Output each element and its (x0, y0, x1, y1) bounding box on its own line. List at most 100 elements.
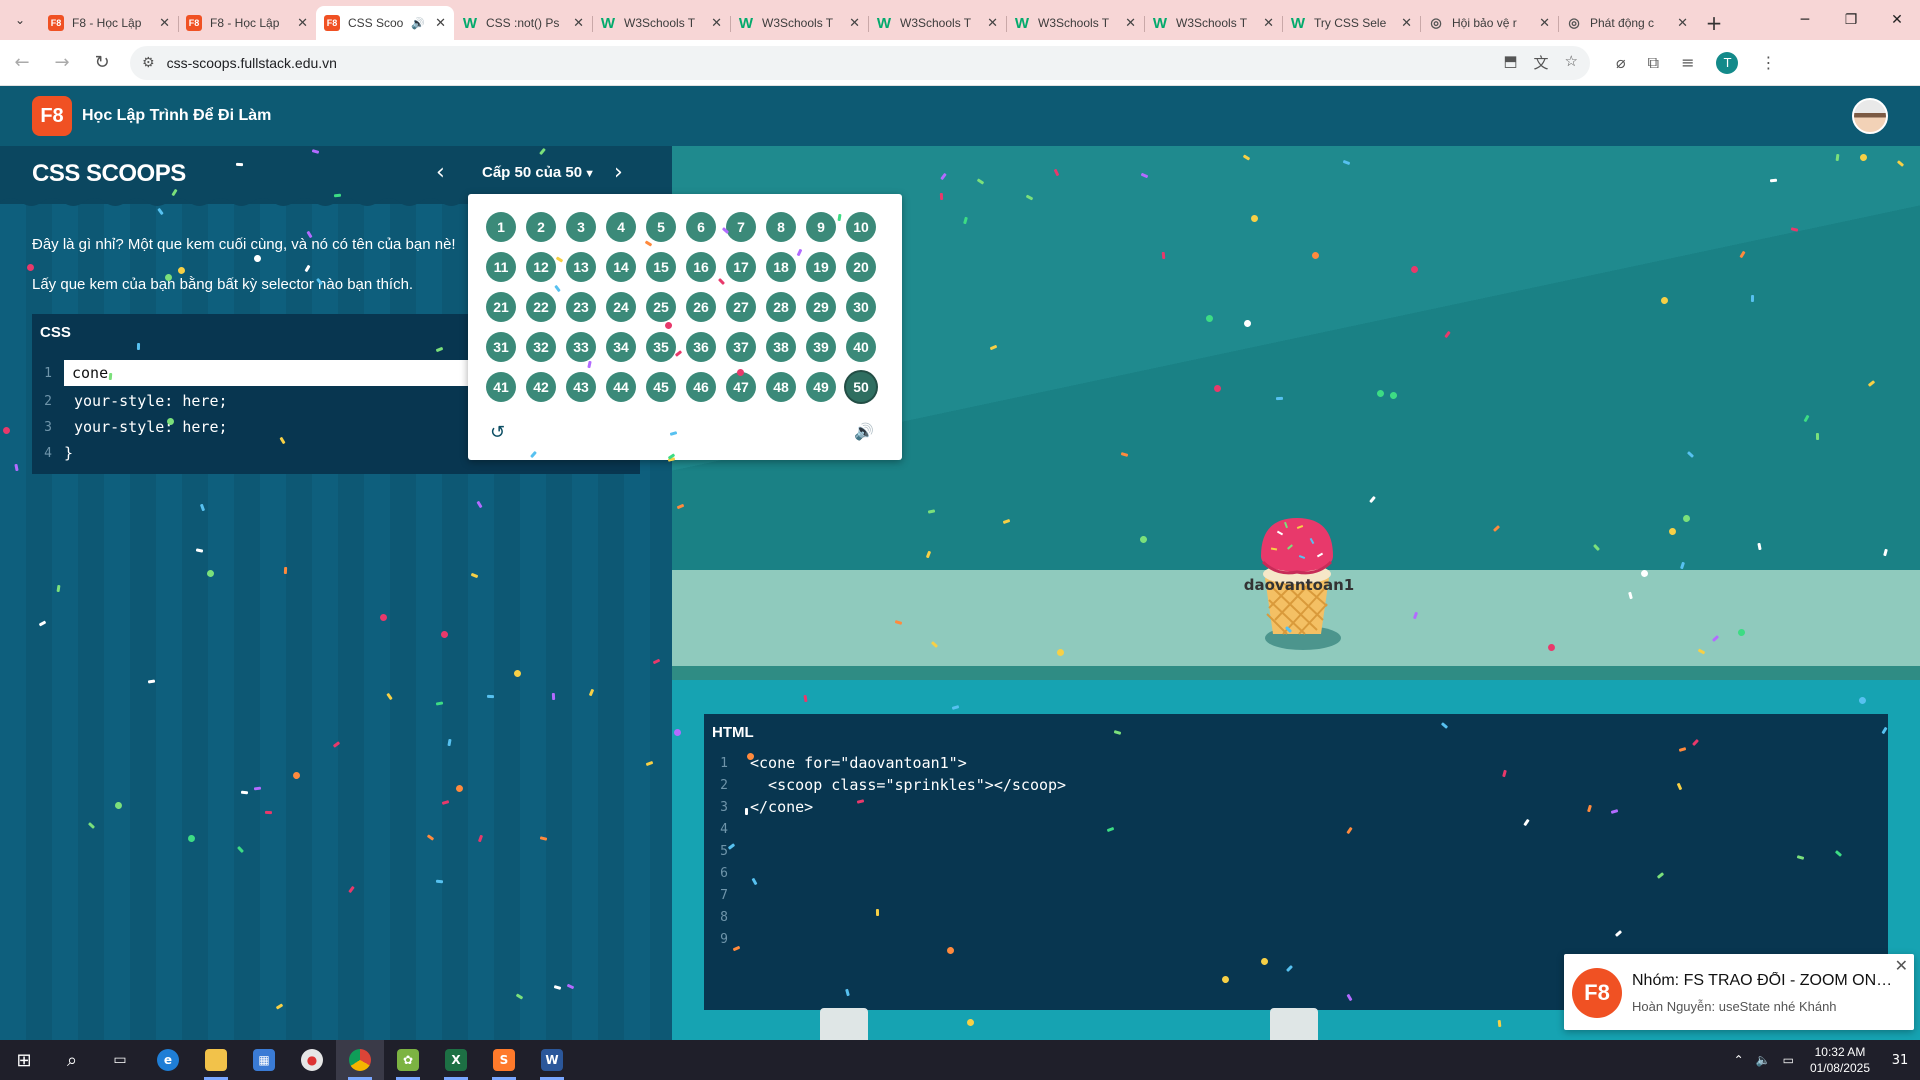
level-selector[interactable]: Cấp 50 của 50 ▼ (482, 164, 595, 181)
extension-action-icon[interactable]: ⌀ (1616, 53, 1626, 72)
level-button-19[interactable]: 19 (806, 252, 836, 282)
clock[interactable]: 10:32 AM 01/08/2025 (1810, 1044, 1870, 1076)
browser-tab[interactable]: F8 CSS Scoo 🔊 ✕ (316, 6, 454, 40)
notification-center-icon[interactable]: 31 (1880, 1053, 1920, 1068)
reset-progress-icon[interactable]: ↺ (490, 422, 505, 443)
level-button-6[interactable]: 6 (686, 212, 716, 242)
level-button-41[interactable]: 41 (486, 372, 516, 402)
tab-close-icon[interactable]: ✕ (1401, 15, 1412, 31)
level-button-35[interactable]: 35 (646, 332, 676, 362)
level-button-43[interactable]: 43 (566, 372, 596, 402)
level-button-39[interactable]: 39 (806, 332, 836, 362)
level-button-25[interactable]: 25 (646, 292, 676, 322)
new-tab-button[interactable]: + (1696, 6, 1732, 40)
tab-close-icon[interactable]: ✕ (849, 15, 860, 31)
level-button-7[interactable]: 7 (726, 212, 756, 242)
level-button-34[interactable]: 34 (606, 332, 636, 362)
chrome-icon[interactable] (336, 1040, 384, 1080)
css-selector-input[interactable] (64, 360, 474, 386)
level-button-28[interactable]: 28 (766, 292, 796, 322)
level-button-24[interactable]: 24 (606, 292, 636, 322)
browser-tab[interactable]: W W3Schools T ✕ (592, 6, 730, 40)
tab-close-icon[interactable]: ✕ (1539, 15, 1550, 31)
level-button-38[interactable]: 38 (766, 332, 796, 362)
level-button-44[interactable]: 44 (606, 372, 636, 402)
install-app-icon[interactable]: ⬒ (1503, 52, 1517, 73)
level-button-16[interactable]: 16 (686, 252, 716, 282)
profile-avatar[interactable]: T (1716, 51, 1739, 74)
browser-tab[interactable]: W CSS :not() Ps ✕ (454, 6, 592, 40)
browser-tab[interactable]: ◎ Phát động c ✕ (1558, 6, 1696, 40)
microsoft-store-icon[interactable]: ▦ (240, 1040, 288, 1080)
level-button-40[interactable]: 40 (846, 332, 876, 362)
tab-close-icon[interactable]: ✕ (573, 15, 584, 31)
translate-icon[interactable]: 文 (1534, 52, 1549, 73)
user-avatar[interactable] (1852, 98, 1888, 134)
level-button-31[interactable]: 31 (486, 332, 516, 362)
tab-search-chevron-icon[interactable]: ⌄ (0, 0, 40, 40)
level-button-33[interactable]: 33 (566, 332, 596, 362)
level-button-29[interactable]: 29 (806, 292, 836, 322)
level-button-13[interactable]: 13 (566, 252, 596, 282)
level-button-26[interactable]: 26 (686, 292, 716, 322)
browser-tab[interactable]: W Try CSS Sele ✕ (1282, 6, 1420, 40)
level-button-23[interactable]: 23 (566, 292, 596, 322)
site-logo[interactable]: F8 (32, 96, 72, 136)
browser-tab[interactable]: W W3Schools T ✕ (868, 6, 1006, 40)
close-window-icon[interactable]: ✕ (1874, 0, 1920, 40)
forward-button[interactable]: → (44, 45, 80, 81)
tab-close-icon[interactable]: ✕ (297, 15, 308, 31)
level-button-46[interactable]: 46 (686, 372, 716, 402)
browser-tab[interactable]: W W3Schools T ✕ (1144, 6, 1282, 40)
level-button-21[interactable]: 21 (486, 292, 516, 322)
address-bar[interactable]: ⚙ css-scoops.fullstack.edu.vn ⬒ 文 ☆ (130, 45, 1590, 80)
chevron-up-icon[interactable]: ⌃ (1734, 1053, 1744, 1067)
level-button-11[interactable]: 11 (486, 252, 516, 282)
tab-close-icon[interactable]: ✕ (711, 15, 722, 31)
level-button-30[interactable]: 30 (846, 292, 876, 322)
restore-icon[interactable]: ❐ (1828, 0, 1874, 40)
site-title[interactable]: Học Lập Trình Để Đi Làm (82, 107, 271, 125)
tab-close-icon[interactable]: ✕ (1677, 15, 1688, 31)
site-info-icon[interactable]: ⚙ (142, 55, 155, 71)
level-button-22[interactable]: 22 (526, 292, 556, 322)
tab-close-icon[interactable]: ✕ (1125, 15, 1136, 31)
tab-close-icon[interactable]: ✕ (1263, 15, 1274, 31)
browser-tab[interactable]: ◎ Hội bảo vệ r ✕ (1420, 6, 1558, 40)
reload-button[interactable]: ↻ (84, 45, 120, 81)
prev-level-chevron-icon[interactable]: ‹ (436, 160, 445, 185)
level-button-32[interactable]: 32 (526, 332, 556, 362)
level-button-4[interactable]: 4 (606, 212, 636, 242)
level-button-36[interactable]: 36 (686, 332, 716, 362)
level-button-1[interactable]: 1 (486, 212, 516, 242)
tab-close-icon[interactable]: ✕ (987, 15, 998, 31)
sound-toggle-icon[interactable]: 🔊 (854, 422, 874, 441)
speaker-muted-icon[interactable]: 🔈 (1756, 1053, 1771, 1067)
browser-tab[interactable]: F8 F8 - Học Lập ✕ (178, 6, 316, 40)
level-button-27[interactable]: 27 (726, 292, 756, 322)
tab-close-icon[interactable]: ✕ (159, 15, 170, 31)
next-level-chevron-icon[interactable]: › (614, 160, 623, 185)
windows-start-icon[interactable]: ⊞ (0, 1040, 48, 1080)
level-button-15[interactable]: 15 (646, 252, 676, 282)
sublime-icon[interactable]: S (480, 1040, 528, 1080)
notification-toast[interactable]: F8 Nhóm: FS TRAO ĐỔI - ZOOM ONLINE Hoàn … (1564, 954, 1914, 1030)
level-button-49[interactable]: 49 (806, 372, 836, 402)
network-icon[interactable]: ▭ (1783, 1053, 1794, 1067)
level-button-42[interactable]: 42 (526, 372, 556, 402)
browser-tab[interactable]: W W3Schools T ✕ (730, 6, 868, 40)
level-button-47[interactable]: 47 (726, 372, 756, 402)
minimize-icon[interactable]: ─ (1782, 0, 1828, 40)
game-app-icon[interactable]: ✿ (384, 1040, 432, 1080)
url-text[interactable]: css-scoops.fullstack.edu.vn (167, 55, 337, 71)
task-view-icon[interactable]: ▭ (96, 1040, 144, 1080)
more-menu-icon[interactable]: ⋮ (1760, 53, 1776, 72)
edge-icon[interactable]: e (144, 1040, 192, 1080)
level-button-48[interactable]: 48 (766, 372, 796, 402)
back-button[interactable]: ← (4, 45, 40, 81)
level-button-2[interactable]: 2 (526, 212, 556, 242)
excel-icon[interactable]: X (432, 1040, 480, 1080)
browser-tab[interactable]: W W3Schools T ✕ (1006, 6, 1144, 40)
level-button-9[interactable]: 9 (806, 212, 836, 242)
level-button-45[interactable]: 45 (646, 372, 676, 402)
